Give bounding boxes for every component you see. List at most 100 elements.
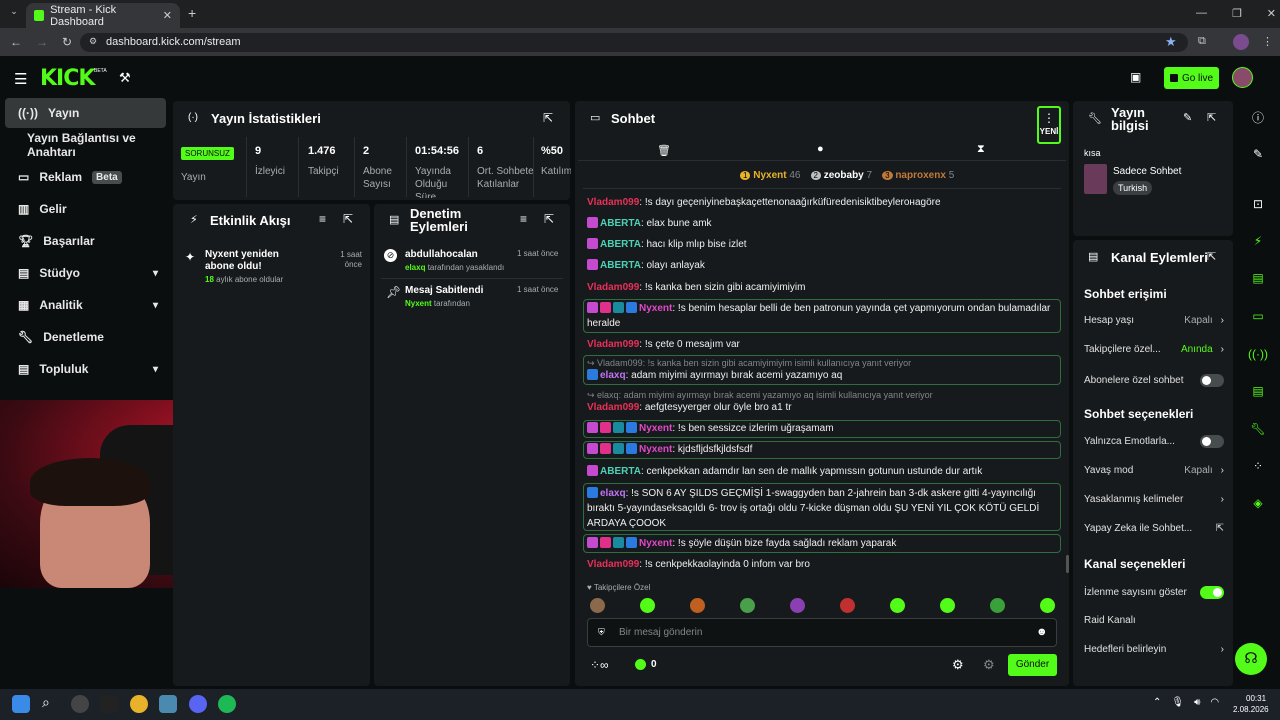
- chat-rail-icon[interactable]: ▭: [1244, 303, 1272, 329]
- chrome-icon[interactable]: [130, 695, 148, 713]
- bookmark-star-icon[interactable]: ★: [1165, 34, 1177, 50]
- popout-icon[interactable]: ⇱: [343, 212, 353, 226]
- chat-message[interactable]: Vladam099: aefgtesyyerger olur öyle bro …: [587, 400, 1055, 415]
- reload-icon[interactable]: ↻: [62, 35, 72, 49]
- chat-message[interactable]: Nyxent: kjdsfljdsfkjldsfsdf: [587, 442, 1055, 457]
- minimize-icon[interactable]: —: [1196, 7, 1207, 20]
- tray-icons[interactable]: ⌃ 🎙︎ 🔊︎ ◠: [1153, 697, 1219, 708]
- extensions-icon[interactable]: ⧉: [1198, 35, 1206, 48]
- hamburger-menu-icon[interactable]: ☰: [14, 70, 27, 88]
- chat-message[interactable]: ABERTA: cenkpekkan adamdır lan sen de ma…: [587, 464, 1055, 479]
- chat-message[interactable]: Nyxent: !s şöyle düşün bize fayda sağlad…: [587, 536, 1055, 551]
- emotes-only-row[interactable]: Yalnızca Emotlarla...: [1084, 435, 1224, 448]
- sidebar-item-revenue[interactable]: ▥ Gelir: [5, 194, 166, 224]
- chat-message[interactable]: Vladam099: !s kanka ben sizin gibi acami…: [587, 280, 1055, 295]
- points-rail-icon[interactable]: ⁘: [1244, 453, 1272, 479]
- profile-avatar[interactable]: [1233, 34, 1249, 50]
- close-tab-icon[interactable]: ✕: [163, 9, 172, 22]
- slow-mode-row[interactable]: Yavaş mod Kapalı ›: [1084, 465, 1224, 476]
- sidebar-item-stream[interactable]: ((·)) Yayın: [5, 98, 166, 128]
- chat-message[interactable]: Vladam099: !s cenkpekkaolayinda 0 infom …: [587, 557, 1055, 572]
- filter-icon[interactable]: ≡: [319, 212, 326, 226]
- tab-list-button[interactable]: ⌄: [6, 6, 22, 22]
- hammer-icon[interactable]: ⚒: [119, 70, 131, 86]
- chat-message[interactable]: Vladam099: !s çete 0 mesajım var: [587, 337, 1055, 352]
- emote-icon[interactable]: [940, 598, 955, 613]
- hourglass-icon[interactable]: ⧗: [977, 143, 985, 156]
- popout-icon[interactable]: ⇱: [1207, 250, 1216, 263]
- ai-chat-row[interactable]: Yapay Zeka ile Sohbet... ⇱: [1084, 523, 1224, 534]
- goals-row[interactable]: Hedefleri belirleyin ›: [1084, 644, 1224, 655]
- chat-message[interactable]: Nyxent: !s benim hesaplar belli de ben p…: [587, 301, 1055, 331]
- subs-only-toggle[interactable]: [1200, 374, 1224, 387]
- subs-only-row[interactable]: Abonelere özel sohbet: [1084, 374, 1224, 387]
- search-icon[interactable]: ⌕: [42, 694, 60, 712]
- send-button[interactable]: Gönder: [1008, 654, 1057, 676]
- close-window-icon[interactable]: ✕: [1267, 7, 1276, 20]
- back-icon[interactable]: ←: [10, 35, 22, 49]
- user-avatar[interactable]: [1232, 67, 1253, 88]
- app-icon[interactable]: [100, 695, 118, 713]
- account-age-row[interactable]: Hesap yaşı Kapalı ›: [1084, 315, 1224, 326]
- sidebar-item-ads[interactable]: ▭ Reklam Beta: [5, 162, 166, 192]
- banned-words-row[interactable]: Yasaklanmış kelimeler ›: [1084, 494, 1224, 505]
- emote-icon[interactable]: [990, 598, 1005, 613]
- emote-icon[interactable]: [590, 598, 605, 613]
- view-count-toggle[interactable]: [1200, 586, 1224, 599]
- clip-icon[interactable]: ▣: [1130, 70, 1141, 84]
- emote-icon[interactable]: [1040, 598, 1055, 613]
- url-field[interactable]: dashboard.kick.com/stream: [80, 33, 1188, 52]
- discord-icon[interactable]: [189, 695, 207, 713]
- chat-message[interactable]: ABERTA: olayı anlayak: [587, 258, 1055, 273]
- popout-icon[interactable]: ⇱: [543, 111, 553, 125]
- app-icon[interactable]: [71, 695, 89, 713]
- windows-start-icon[interactable]: [12, 695, 30, 713]
- emote-icon[interactable]: [640, 598, 655, 613]
- chat-message[interactable]: Nyxent: !s ben sessizce izlerim uğraşama…: [587, 421, 1055, 436]
- site-info-icon[interactable]: ⚙: [89, 36, 97, 47]
- emoji-icon[interactable]: ☻: [1036, 626, 1048, 638]
- edit-pencil-icon[interactable]: ✎: [1183, 111, 1192, 124]
- chat-message[interactable]: Vladam099: !s dayı geçeniyinebaşkaçetten…: [587, 195, 1055, 210]
- popout-icon[interactable]: ⇱: [1207, 111, 1216, 124]
- raid-row[interactable]: Raid Kanalı: [1084, 615, 1224, 626]
- emote-icon[interactable]: [790, 598, 805, 613]
- popout-icon[interactable]: ⇱: [544, 212, 554, 226]
- sidebar-item-studio[interactable]: ▤ Stüdyo ▾: [5, 258, 166, 288]
- kick-logo[interactable]: KICK: [40, 66, 95, 91]
- chat-message[interactable]: ABERTA: hacı klip mlıp bise izlet: [587, 237, 1055, 252]
- wrench-rail-icon[interactable]: 🔧︎: [1244, 416, 1272, 442]
- sidebar-item-analytics[interactable]: ▦ Analitik ▾: [5, 290, 166, 320]
- emote-icon[interactable]: [890, 598, 905, 613]
- chat-message[interactable]: elaxq: !s SON 6 AY ŞILDS GEÇMİŞİ 1-swagg…: [587, 486, 1055, 531]
- sidebar-item-community[interactable]: ▤ Topluluk ▾: [5, 354, 166, 384]
- channel-rail-icon[interactable]: ▤: [1244, 378, 1272, 404]
- chat-scrollbar[interactable]: [1066, 555, 1069, 573]
- browser-menu-icon[interactable]: ⋮: [1262, 35, 1273, 48]
- edit-icon[interactable]: ✎: [1244, 141, 1272, 167]
- new-tab-button[interactable]: +: [188, 5, 196, 21]
- filter-icon[interactable]: ≡: [520, 212, 527, 226]
- settings-gear-icon[interactable]: ⚙: [952, 657, 964, 673]
- app-icon[interactable]: [159, 695, 177, 713]
- go-live-button[interactable]: Go live: [1164, 67, 1219, 89]
- view-count-row[interactable]: İzlenme sayısını göster: [1084, 586, 1224, 599]
- points-icon[interactable]: ⁘∞: [590, 658, 609, 672]
- info-icon[interactable]: ⓘ: [1244, 104, 1272, 130]
- clip-capture-icon[interactable]: ⊡: [1244, 191, 1272, 217]
- mod-gear-icon[interactable]: ⚙: [983, 657, 995, 673]
- maximize-icon[interactable]: ❐: [1232, 7, 1242, 20]
- emote-icon[interactable]: [840, 598, 855, 613]
- emote-icon[interactable]: [740, 598, 755, 613]
- forward-icon[interactable]: →: [36, 35, 48, 49]
- chat-menu-button[interactable]: ⋮ YENİ: [1037, 106, 1061, 144]
- followers-only-row[interactable]: Takipçilere özel... Anında ›: [1084, 344, 1224, 355]
- spotify-icon[interactable]: [218, 695, 236, 713]
- predictions-rail-icon[interactable]: ◈: [1244, 490, 1272, 516]
- sidebar-item-achievements[interactable]: 🏆︎ Başarılar: [5, 226, 166, 256]
- trash-icon[interactable]: 🗑︎: [657, 144, 671, 157]
- browser-tab[interactable]: Stream - Kick Dashboard ✕: [26, 3, 180, 28]
- broadcast-rail-icon[interactable]: ((·)): [1244, 341, 1272, 367]
- sidebar-item-stream-key[interactable]: Yayın Bağlantısı ve Anahtarı: [5, 130, 166, 160]
- lightning-rail-icon[interactable]: ⚡︎: [1244, 228, 1272, 254]
